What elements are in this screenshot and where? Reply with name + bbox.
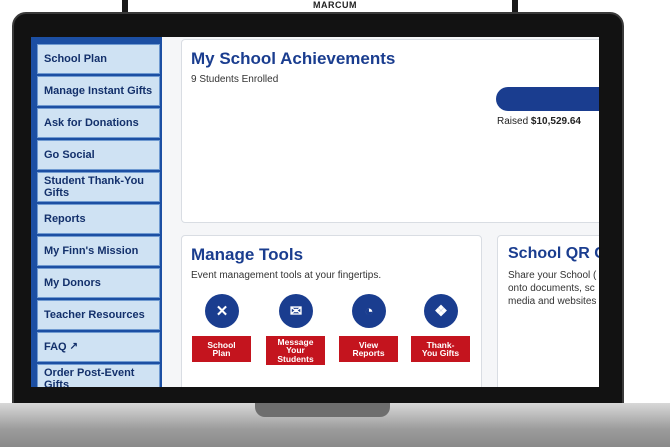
qr-description-line: Share your School (	[508, 270, 597, 281]
sidebar: School Plan Manage Instant Gifts Ask for…	[31, 37, 162, 387]
sidebar-item-label: My Finn's Mission	[44, 245, 139, 257]
sidebar-item-school-plan[interactable]: School Plan	[37, 44, 160, 74]
message-icon[interactable]: ✉	[279, 294, 313, 328]
sidebar-item-reports[interactable]: Reports	[37, 204, 160, 234]
sidebar-item-label: Order Post-Event Gifts	[44, 367, 135, 387]
banner-logo-text: MARCUM	[313, 0, 357, 10]
manage-tools-title: Manage Tools	[191, 245, 304, 264]
manage-tools-description: Event management tools at your fingertip…	[191, 270, 382, 281]
laptop-screen: School Plan Manage Instant Gifts Ask for…	[31, 37, 599, 387]
sidebar-item-manage-instant-gifts[interactable]: Manage Instant Gifts	[37, 76, 160, 106]
sidebar-item-my-donors[interactable]: My Donors	[37, 268, 160, 298]
sidebar-item-label: Manage Instant Gifts	[44, 85, 153, 97]
sidebar-item-label: Ask for Donations	[44, 117, 139, 129]
raised-value: $10,529.64	[530, 116, 581, 127]
message-students-button[interactable]: Message Your Students	[266, 336, 325, 365]
pie-chart-icon[interactable]: ◔	[352, 294, 386, 328]
sidebar-item-faq[interactable]: FAQ ↗	[37, 332, 160, 362]
thank-you-gifts-button[interactable]: Thank- You Gifts	[411, 336, 470, 362]
stand-right	[512, 0, 518, 12]
qr-title: School QR C	[508, 245, 599, 262]
view-reports-button[interactable]: View Reports	[339, 336, 398, 362]
sidebar-item-label: Go Social	[44, 149, 95, 161]
sidebar-item-go-social[interactable]: Go Social	[37, 140, 160, 170]
qr-description-line: onto documents, sc	[508, 283, 595, 294]
sidebar-item-label: Teacher Resources	[44, 309, 145, 321]
raised-amount: Raised $10,529.64	[497, 116, 581, 127]
qr-description: Share your School ( onto documents, sc m…	[508, 269, 599, 308]
sidebar-item-teacher-resources[interactable]: Teacher Resources	[37, 300, 160, 330]
sidebar-item-label: My Donors	[44, 277, 101, 289]
sidebar-item-order-post-event-gifts[interactable]: Order Post-Event Gifts	[37, 364, 160, 387]
sidebar-item-label: Student Thank-You Gifts	[44, 175, 145, 199]
achievements-title: My School Achievements	[191, 49, 396, 68]
gift-icon[interactable]: ❖	[424, 294, 458, 328]
raised-label: Raised	[497, 116, 529, 127]
sidebar-item-my-finns-mission[interactable]: My Finn's Mission	[37, 236, 160, 266]
sidebar-item-label: Reports	[44, 213, 86, 225]
fundraising-progress-bar	[496, 87, 599, 111]
sidebar-item-label: School Plan	[44, 53, 107, 65]
students-enrolled-text: 9 Students Enrolled	[191, 74, 279, 85]
qr-description-line: media and websites	[508, 296, 597, 307]
sidebar-item-ask-for-donations[interactable]: Ask for Donations	[37, 108, 160, 138]
external-link-icon: ↗	[69, 341, 79, 352]
school-plan-button[interactable]: School Plan	[192, 336, 251, 362]
school-plan-icon[interactable]: ✕	[205, 294, 239, 328]
sidebar-item-label: FAQ	[44, 341, 67, 353]
sidebar-item-student-thank-you-gifts[interactable]: Student Thank-You Gifts	[37, 172, 160, 202]
stand-left	[122, 0, 128, 12]
laptop-notch	[255, 403, 390, 417]
